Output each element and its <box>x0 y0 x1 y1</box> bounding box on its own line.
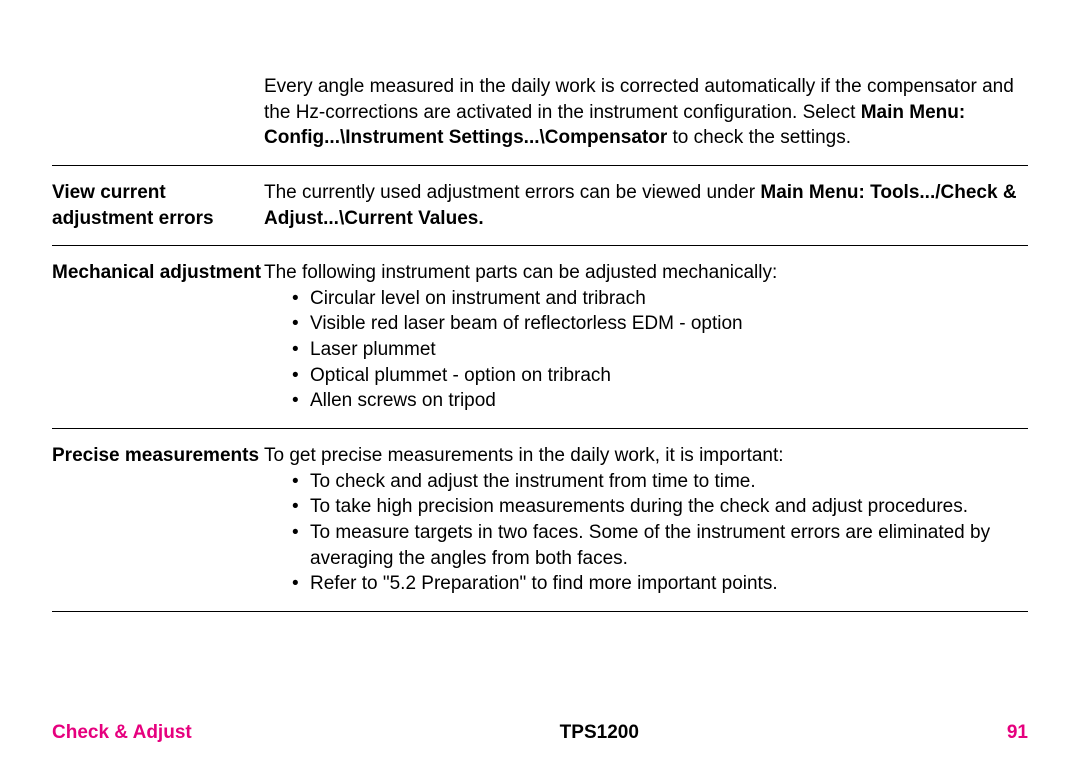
footer-page-number: 91 <box>1007 720 1028 746</box>
precise-content: To get precise measurements in the daily… <box>264 443 1028 597</box>
mechanical-list: Circular level on instrument and tribrac… <box>264 286 1028 414</box>
list-item: Laser plummet <box>292 337 1028 363</box>
intro-text-2: to check the settings. <box>667 127 851 148</box>
list-item: Optical plummet - option on tribrach <box>292 363 1028 389</box>
view-text-1: The currently used adjustment errors can… <box>264 182 760 203</box>
list-item: Circular level on instrument and tribrac… <box>292 286 1028 312</box>
mechanical-content: The following instrument parts can be ad… <box>264 260 1028 414</box>
page-footer: Check & Adjust TPS1200 91 <box>52 720 1028 746</box>
precise-label: Precise measurements <box>52 443 264 597</box>
intro-section: Every angle measured in the daily work i… <box>52 74 1028 166</box>
list-item: Allen screws on tripod <box>292 388 1028 414</box>
footer-model: TPS1200 <box>560 720 639 746</box>
precise-list: To check and adjust the instrument from … <box>264 469 1028 597</box>
view-current-content: The currently used adjustment errors can… <box>264 180 1028 231</box>
intro-label-empty <box>52 74 264 151</box>
list-item: To measure targets in two faces. Some of… <box>292 520 1028 571</box>
precise-intro: To get precise measurements in the daily… <box>264 443 1028 469</box>
intro-content: Every angle measured in the daily work i… <box>264 74 1028 151</box>
list-item: Refer to "5.2 Preparation" to find more … <box>292 571 1028 597</box>
precise-section: Precise measurements To get precise meas… <box>52 429 1028 612</box>
footer-chapter: Check & Adjust <box>52 720 192 746</box>
mechanical-label: Mechanical adjustment <box>52 260 264 414</box>
view-current-label: View current adjustment errors <box>52 180 264 231</box>
view-current-section: View current adjustment errors The curre… <box>52 166 1028 246</box>
list-item: To check and adjust the instrument from … <box>292 469 1028 495</box>
mechanical-intro: The following instrument parts can be ad… <box>264 260 1028 286</box>
list-item: Visible red laser beam of reflectorless … <box>292 311 1028 337</box>
list-item: To take high precision measurements duri… <box>292 494 1028 520</box>
mechanical-section: Mechanical adjustment The following inst… <box>52 246 1028 429</box>
